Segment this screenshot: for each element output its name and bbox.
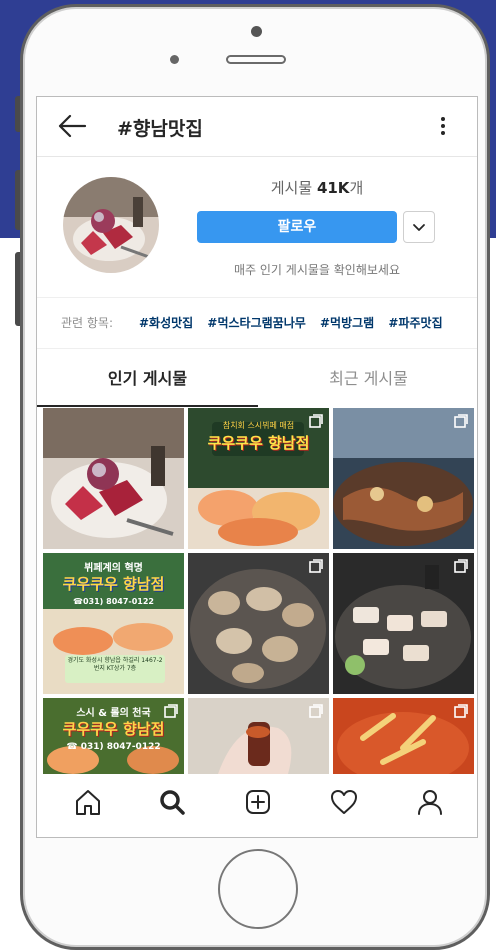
back-arrow-icon[interactable] [57, 113, 87, 139]
home-icon[interactable] [73, 787, 103, 817]
phone-sensor [251, 26, 262, 37]
post-grid: 참치회 스시뷔페 매점 쿠우쿠우 향남점 뷔페계의 혁명 쿠우쿠우 향남점 ☎0… [43, 408, 475, 774]
related-tag[interactable]: #파주맛집 [388, 316, 442, 330]
post-thumbnail[interactable]: 스시 & 롤의 천국 쿠우쿠우 향남점 ☎ 031) 8047-0122 [43, 698, 184, 774]
post-caption-address: 경기도 화성시 향남읍 하길리 1467-2번지 KT상가 7층 [67, 657, 163, 672]
post-tabs: 인기 게시물 최근 게시물 [37, 359, 477, 407]
post-thumbnail[interactable] [188, 553, 329, 694]
search-icon[interactable] [157, 787, 187, 817]
post-caption-title: 쿠우쿠우 향남점 [62, 575, 165, 593]
multiple-photos-icon [309, 559, 323, 573]
post-caption-title: 쿠우쿠우 향남점 [207, 434, 310, 452]
multiple-photos-icon [454, 559, 468, 573]
hint-text: 매주 인기 게시물을 확인해보세요 [233, 263, 400, 277]
posts-number: 41K [316, 179, 350, 197]
post-caption-phone: ☎ 031) 8047-0122 [66, 742, 161, 752]
related-tags: 관련 항목: #화성맛집 #먹스타그램꿈나무 #먹방그램 #파주맛집 [37, 297, 477, 349]
related-label: 관련 항목: [61, 316, 114, 330]
chevron-down-icon [413, 224, 425, 231]
post-thumbnail[interactable] [333, 698, 474, 774]
follow-button[interactable]: 팔로우 [197, 211, 397, 243]
related-tag-list: #화성맛집 #먹스타그램꿈나무 #먹방그램 #파주맛집 [139, 298, 453, 348]
multiple-photos-icon [309, 414, 323, 428]
app-screen: #향남맛집 게시물 41K개 팔로우 매주 인기 게시물을 확인해보세요 관련 … [36, 96, 478, 838]
more-options-icon[interactable] [435, 113, 451, 139]
multiple-photos-icon [164, 704, 178, 718]
add-post-icon[interactable] [243, 787, 273, 817]
hashtag-avatar [63, 177, 159, 273]
post-caption-sub: 스시 & 롤의 천국 [76, 708, 151, 719]
posts-label: 게시물 [270, 179, 313, 197]
post-thumbnail[interactable]: 참치회 스시뷔페 매점 쿠우쿠우 향남점 [188, 408, 329, 549]
phone-speaker [226, 55, 286, 64]
phone-home-button[interactable] [218, 849, 298, 929]
tab-recent-posts[interactable]: 최근 게시물 [258, 359, 477, 407]
tab-top-posts[interactable]: 인기 게시물 [37, 359, 258, 407]
post-thumbnail[interactable] [333, 553, 474, 694]
profile-icon[interactable] [415, 787, 445, 817]
post-caption-sub: 참치회 스시뷔페 매점 [222, 421, 295, 430]
top-bar: #향남맛집 [37, 97, 477, 157]
follow-options-button[interactable] [403, 211, 435, 243]
multiple-photos-icon [309, 704, 323, 718]
post-caption-title: 쿠우쿠우 향남점 [62, 720, 165, 738]
phone-camera [170, 55, 179, 64]
post-caption-phone: ☎031) 8047-0122 [73, 597, 154, 606]
post-caption-sub: 뷔페계의 혁명 [84, 563, 143, 574]
post-thumbnail[interactable] [333, 408, 474, 549]
multiple-photos-icon [454, 414, 468, 428]
post-thumbnail[interactable] [43, 408, 184, 549]
post-thumbnail[interactable]: 뷔페계의 혁명 쿠우쿠우 향남점 ☎031) 8047-0122 경기도 화성시… [43, 553, 184, 694]
activity-heart-icon[interactable] [329, 787, 359, 817]
multiple-photos-icon [454, 704, 468, 718]
related-tag[interactable]: #화성맛집 [139, 316, 193, 330]
bottom-navigation [37, 775, 477, 837]
post-thumbnail[interactable] [188, 698, 329, 774]
related-tag[interactable]: #먹방그램 [320, 316, 374, 330]
posts-count: 게시물 41K개 [237, 177, 397, 198]
posts-suffix: 개 [349, 179, 364, 197]
page-title: #향남맛집 [117, 118, 203, 140]
related-tag[interactable]: #먹스타그램꿈나무 [207, 316, 305, 330]
